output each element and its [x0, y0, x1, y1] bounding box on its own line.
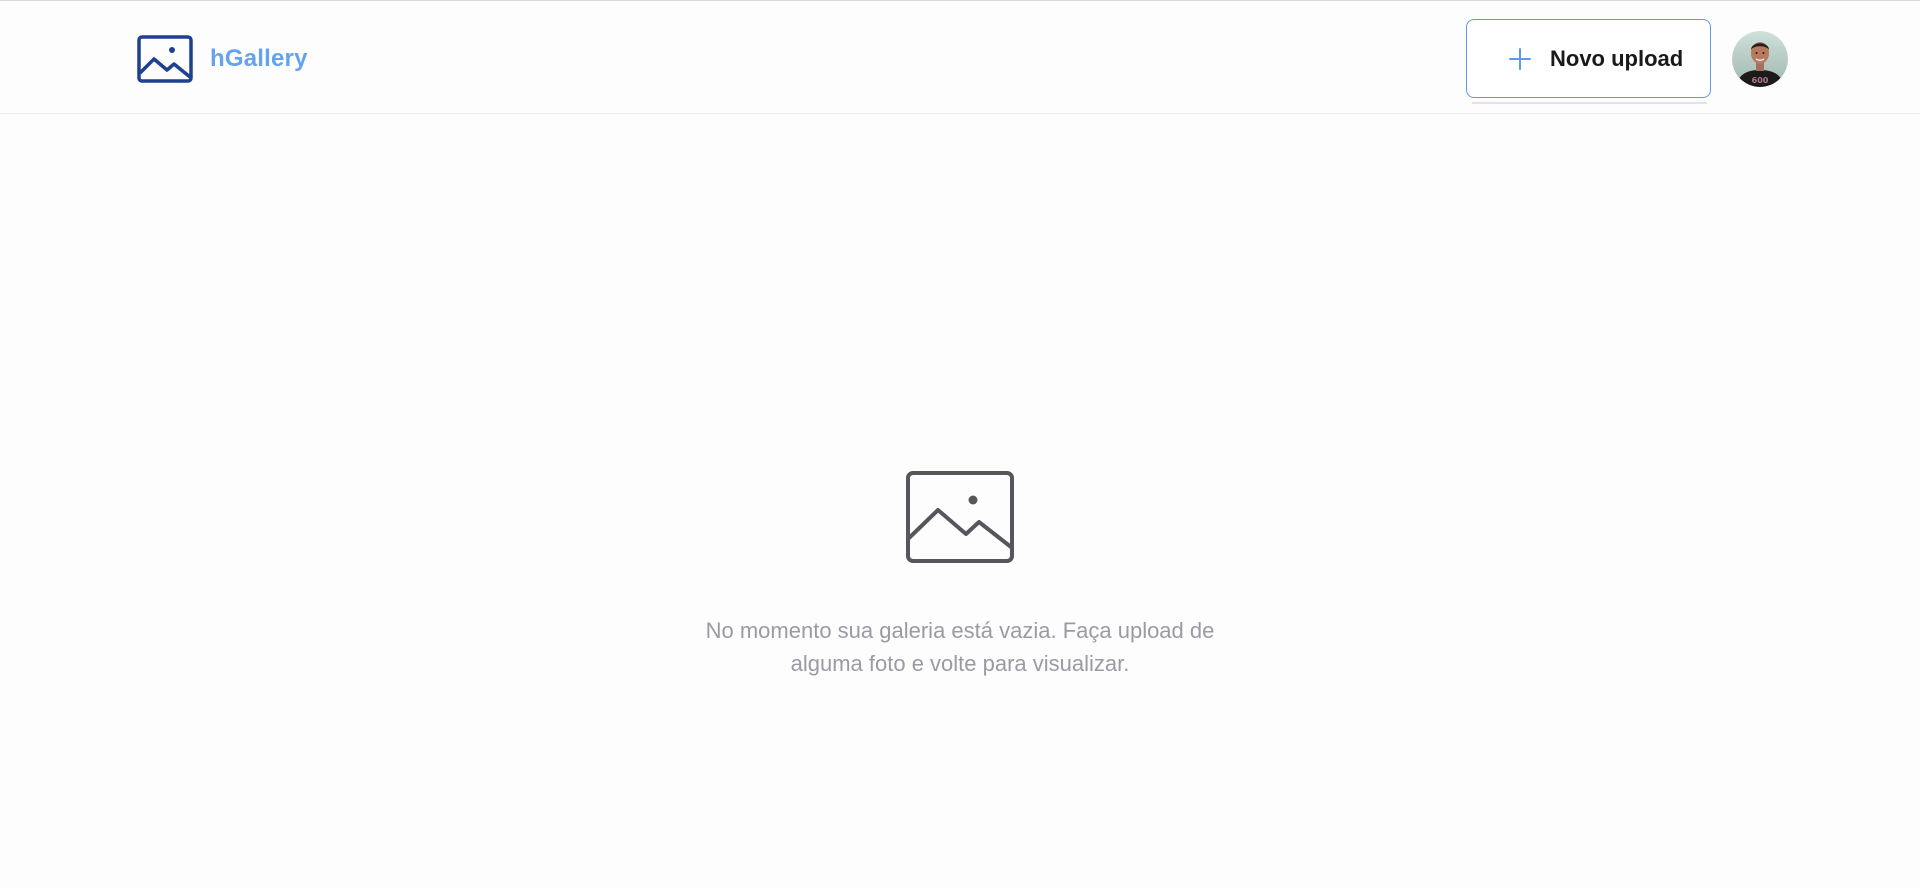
empty-gallery-message: No momento sua galeria está vazia. Faça … [705, 618, 1215, 676]
new-upload-button[interactable]: Novo upload [1466, 19, 1711, 98]
plus-icon [1509, 47, 1531, 70]
app-header: hGallery Novo upload 600 [0, 1, 1920, 114]
upload-button-shadow [1472, 102, 1707, 104]
svg-text:600: 600 [1752, 76, 1769, 85]
empty-gallery-state: No momento sua galeria está vazia. Faça … [0, 470, 1920, 702]
user-avatar[interactable]: 600 [1732, 31, 1788, 87]
brand-name: hGallery [210, 45, 308, 72]
image-placeholder-icon [906, 471, 1014, 563]
new-upload-label: Novo upload [1550, 45, 1684, 71]
image-icon [137, 35, 193, 83]
brand-logo-link[interactable]: hGallery [137, 35, 308, 83]
